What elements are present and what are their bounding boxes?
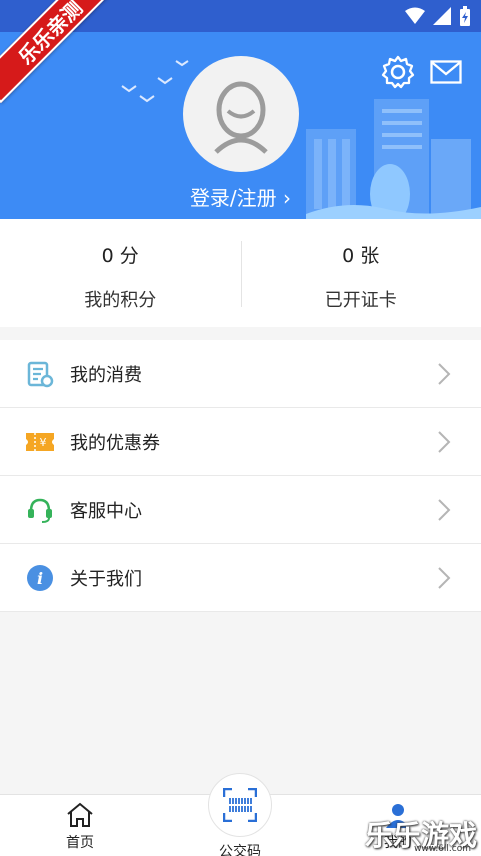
chevron-right-icon (438, 499, 451, 521)
svg-text:¥: ¥ (40, 436, 47, 449)
cards-label: 已开证卡 (324, 290, 397, 311)
home-icon (67, 802, 93, 827)
headset-icon (26, 496, 54, 524)
chevron-right-icon: › (283, 186, 292, 210)
chevron-right-icon (438, 363, 451, 385)
tab-home[interactable]: 首页 (48, 801, 112, 852)
menu-label-about: 关于我们 (70, 568, 142, 590)
menu-list: 我的消费 ¥ 我的优惠券 客服中心 i 关于我们 (0, 340, 481, 612)
menu-item-consumption[interactable]: 我的消费 (0, 340, 481, 408)
menu-label-coupons: 我的优惠券 (70, 432, 160, 454)
menu-label-consumption: 我的消费 (70, 364, 142, 386)
receipt-icon (26, 360, 54, 388)
default-avatar-icon (214, 81, 268, 154)
bottom-nav: 首页 公交码 我的 乐乐游戏 www.6ll.com (0, 773, 481, 856)
watermark-url: www.6ll.com (414, 844, 471, 854)
login-register-link[interactable]: 登录/注册 › (0, 182, 481, 211)
info-icon: i (26, 564, 54, 592)
avatar[interactable] (183, 56, 299, 172)
cards-value: 0 张 (342, 245, 380, 267)
profile-header: 登录/注册 › (0, 32, 481, 219)
battery-icon (460, 6, 470, 26)
qrcode-scan-icon (223, 788, 257, 822)
tab-bus-code-label: 公交码 (219, 844, 261, 856)
login-register-label: 登录/注册 (189, 186, 277, 210)
tab-bus-code[interactable]: 公交码 (200, 773, 280, 856)
signal-icon (433, 7, 451, 25)
bus-code-button[interactable] (208, 773, 272, 837)
message-envelope-icon[interactable] (430, 60, 462, 84)
points-stat[interactable]: 0 分 我的积分 (0, 219, 241, 327)
coupon-icon: ¥ (26, 428, 54, 456)
menu-item-support[interactable]: 客服中心 (0, 476, 481, 544)
chevron-right-icon (438, 567, 451, 589)
menu-label-support: 客服中心 (70, 500, 142, 522)
points-label: 我的积分 (84, 290, 157, 311)
stats-panel: 0 分 我的积分 0 张 已开证卡 (0, 219, 481, 327)
points-value: 0 分 (101, 245, 139, 267)
chevron-right-icon (438, 431, 451, 453)
menu-item-coupons[interactable]: ¥ 我的优惠券 (0, 408, 481, 476)
menu-item-about[interactable]: i 关于我们 (0, 544, 481, 612)
svg-text:i: i (37, 569, 43, 588)
wifi-icon (405, 7, 425, 24)
settings-gear-icon[interactable] (380, 54, 416, 90)
cards-stat[interactable]: 0 张 已开证卡 (240, 219, 481, 327)
tab-home-label: 首页 (66, 835, 94, 851)
